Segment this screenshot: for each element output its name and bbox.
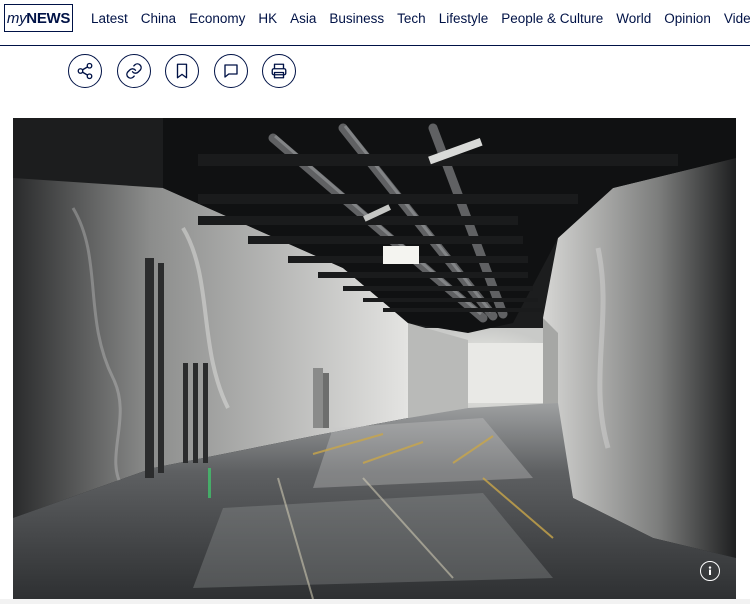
- nav-item-lifestyle[interactable]: Lifestyle: [439, 11, 489, 26]
- nav-item-people-culture[interactable]: People & Culture: [501, 11, 603, 26]
- section-nav: Latest China Economy HK Asia Business Te…: [91, 0, 750, 36]
- bookmark-button[interactable]: [165, 54, 199, 88]
- nav-item-video[interactable]: Video: [724, 11, 750, 26]
- bookmark-icon: [176, 63, 188, 79]
- comment-button[interactable]: [213, 54, 248, 88]
- nav-item-opinion[interactable]: Opinion: [664, 11, 711, 26]
- hero-image: [13, 118, 736, 599]
- nav-item-hk[interactable]: HK: [258, 11, 277, 26]
- nav-item-world[interactable]: World: [616, 11, 651, 26]
- share-button[interactable]: [68, 54, 102, 88]
- nav-item-china[interactable]: China: [141, 11, 176, 26]
- top-navigation-bar: my NEWS Latest China Economy HK Asia Busi…: [0, 0, 750, 46]
- mynews-logo[interactable]: my NEWS: [4, 4, 73, 32]
- print-icon: [271, 63, 287, 79]
- nav-item-latest[interactable]: Latest: [91, 11, 128, 26]
- logo-news-text: NEWS: [26, 9, 71, 27]
- info-icon: [708, 566, 712, 575]
- tunnel-photo: [13, 118, 736, 599]
- image-info-button[interactable]: [700, 561, 720, 581]
- nav-item-business[interactable]: Business: [329, 11, 384, 26]
- comment-icon: [223, 64, 238, 78]
- article-action-bar: [68, 54, 311, 88]
- nav-item-tech[interactable]: Tech: [397, 11, 426, 26]
- share-icon: [77, 62, 93, 80]
- nav-item-economy[interactable]: Economy: [189, 11, 245, 26]
- print-button[interactable]: [262, 54, 296, 88]
- copy-link-button[interactable]: [116, 54, 151, 88]
- nav-item-asia[interactable]: Asia: [290, 11, 316, 26]
- page-bottom-strip: [0, 599, 750, 604]
- logo-my-text: my: [6, 9, 27, 27]
- link-icon: [125, 63, 142, 79]
